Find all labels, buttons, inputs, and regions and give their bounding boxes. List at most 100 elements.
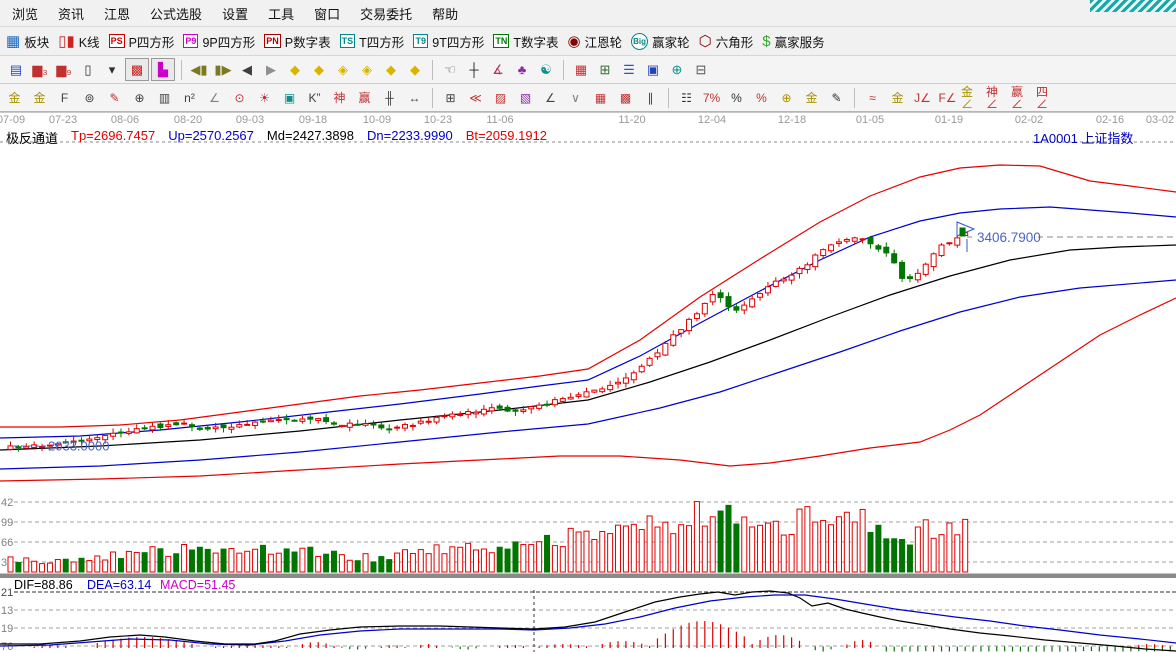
menu-item-0[interactable]: 浏览 [2,4,48,23]
pen-mark-icon[interactable]: ✎ [825,87,848,108]
kline-button[interactable]: ▯▮K线 [58,32,99,51]
svg-text:2033.0000: 2033.0000 [48,439,109,454]
kline-period-3-icon[interactable]: ▆₃ [29,59,51,80]
first-page-icon[interactable]: ◀▮ [188,59,210,80]
shen-angle-icon[interactable]: 神∠ [986,87,1009,108]
diamond-hexpand-icon[interactable]: ◈ [356,59,378,80]
save-icon[interactable]: ▣ [642,59,664,80]
gann-box-tool-icon[interactable]: ⊞ [439,87,462,108]
diamond-expand-icon[interactable]: ◆ [404,59,426,80]
jifan-channel-button[interactable]: ▩ [125,58,149,81]
grid-box-tool-icon[interactable]: ▣ [278,87,301,108]
9t-square-button[interactable]: T99T四方形 [413,32,484,51]
gold-divider-tool-icon[interactable]: 金 [3,87,26,108]
gold-circle-icon[interactable]: ⊕ [775,87,798,108]
fan-box-tool-icon[interactable]: ▨ [489,87,512,108]
menu-item-6[interactable]: 窗口 [304,4,350,23]
fibonacci-tool-icon[interactable]: F [53,87,76,108]
ruler-123-tool-icon[interactable]: ╫ [378,87,401,108]
fan-lines-tool-icon[interactable]: ≪ [464,87,487,108]
gold-level-icon[interactable]: 金 [800,87,823,108]
kline-period-9-icon[interactable]: ▆₉ [53,59,75,80]
svg-text:42: 42 [1,497,13,509]
angle-lines-tool-icon[interactable]: ∠ [539,87,562,108]
sector-button[interactable]: ▦板块 [6,32,49,51]
macd-histogram [34,621,1170,651]
next-page-icon[interactable]: ▶ [260,59,282,80]
hand-tool-icon[interactable]: ☜ [439,59,461,80]
candle-style-icon[interactable]: ▯ [77,59,99,80]
menu-item-1[interactable]: 资讯 [48,4,94,23]
crosshair-tool-icon[interactable]: ┼ [463,59,485,80]
menu-item-2[interactable]: 江恩 [94,4,140,23]
percent-icon[interactable]: % [725,87,748,108]
ruler-tool-icon[interactable]: ▥ [153,87,176,108]
diamond-compress-icon[interactable]: ◆ [380,59,402,80]
gold-angle-icon[interactable]: 金∠ [961,87,984,108]
span-arrows-tool-icon[interactable]: ↔ [403,87,426,108]
gann-wheel-button[interactable]: ◉江恩轮 [567,32,622,51]
grid-red2-tool-icon[interactable]: ▩ [614,87,637,108]
menu-item-8[interactable]: 帮助 [422,4,468,23]
si-angle-icon[interactable]: 四∠ [1036,87,1059,108]
square-n2-tool-icon[interactable]: n² [178,87,201,108]
scale-table-icon[interactable]: ☷ [675,87,698,108]
ying-angle-icon[interactable]: 赢∠ [1011,87,1034,108]
k-mark-tool-icon[interactable]: K” [303,87,326,108]
svg-text:13: 13 [1,605,13,617]
gold-divider2-tool-icon[interactable]: 金 [28,87,51,108]
export-icon[interactable]: ⊕ [666,59,688,80]
f-angle-icon[interactable]: F∠ [936,87,959,108]
diamond-right-icon[interactable]: ◆ [308,59,330,80]
report-icon[interactable]: ▤ [5,59,27,80]
spiral-tool-icon[interactable]: ⊚ [78,87,101,108]
t-table-button[interactable]: TNT数字表 [493,32,558,51]
t-square-button[interactable]: TST四方形 [340,32,405,51]
calculator-icon[interactable]: ⊞ [594,59,616,80]
prev-page-icon[interactable]: ◀ [236,59,258,80]
menu-item-4[interactable]: 设置 [212,4,258,23]
wave-icon[interactable]: ≈ [861,87,884,108]
diamond-hshrink-icon[interactable]: ◈ [332,59,354,80]
notes-icon[interactable]: ☰ [618,59,640,80]
parallel-lines-tool-icon[interactable]: ∥ [639,87,662,108]
zigzag-tool-icon[interactable]: ∨ [564,87,587,108]
calendar-icon[interactable]: ▦ [570,59,592,80]
percent-line-icon[interactable]: 7% [700,87,723,108]
menu-item-3[interactable]: 公式选股 [140,4,212,23]
order-icon[interactable]: ⊟ [690,59,712,80]
winner-service-button[interactable]: $赢家服务 [762,32,824,51]
p-square-button[interactable]: PSP四方形 [109,32,175,51]
gann-clock-tool-icon[interactable]: ⊕ [128,87,151,108]
gann-tool-icon[interactable]: ♣ [511,59,533,80]
dropdown-arrow-icon[interactable]: ▾ [101,59,123,80]
hexagon-button[interactable]: ⬡六角形 [699,32,754,51]
menu-bar: 浏览资讯江恩公式选股设置工具窗口交易委托帮助 [0,0,1176,27]
percent-level-icon[interactable]: % [750,87,773,108]
star-burst-tool-icon[interactable]: ☀ [253,87,276,108]
j-angle-icon[interactable]: J∠ [911,87,934,108]
ying-ruler-tool-icon[interactable]: 赢 [353,87,376,108]
menu-item-7[interactable]: 交易委托 [350,4,422,23]
sector-button-label: 板块 [24,32,49,51]
brush-tool-icon[interactable]: ✎ [103,87,126,108]
circle-target-tool-icon[interactable]: ⊙ [228,87,251,108]
9p-square-button[interactable]: P99P四方形 [183,32,255,51]
p-table-button[interactable]: PNP数字表 [264,32,330,51]
color-volume-button[interactable]: ▙ [151,58,175,81]
gann-wheel-button-label: 江恩轮 [585,32,623,51]
svg-text:MACD=51.45: MACD=51.45 [160,578,235,592]
angle-tool-icon[interactable]: ∡ [487,59,509,80]
winner-wheel-button[interactable]: Big赢家轮 [631,32,690,51]
shen-ruler-tool-icon[interactable]: 神 [328,87,351,108]
last-page-icon[interactable]: ▮▶ [212,59,234,80]
gold-box-icon[interactable]: 金 [886,87,909,108]
diamond-left-icon[interactable]: ◆ [284,59,306,80]
p-square-button-label: P四方形 [129,32,175,51]
menu-item-5[interactable]: 工具 [258,4,304,23]
mirror-angle-tool-icon[interactable]: ∠ [203,87,226,108]
grid-red-tool-icon[interactable]: ▦ [589,87,612,108]
chart-canvas[interactable]: 429966333406.79002033.0000DIF=88.86DEA=6… [0,126,1176,652]
cycle-tool-icon[interactable]: ☯ [535,59,557,80]
fan-box2-tool-icon[interactable]: ▧ [514,87,537,108]
